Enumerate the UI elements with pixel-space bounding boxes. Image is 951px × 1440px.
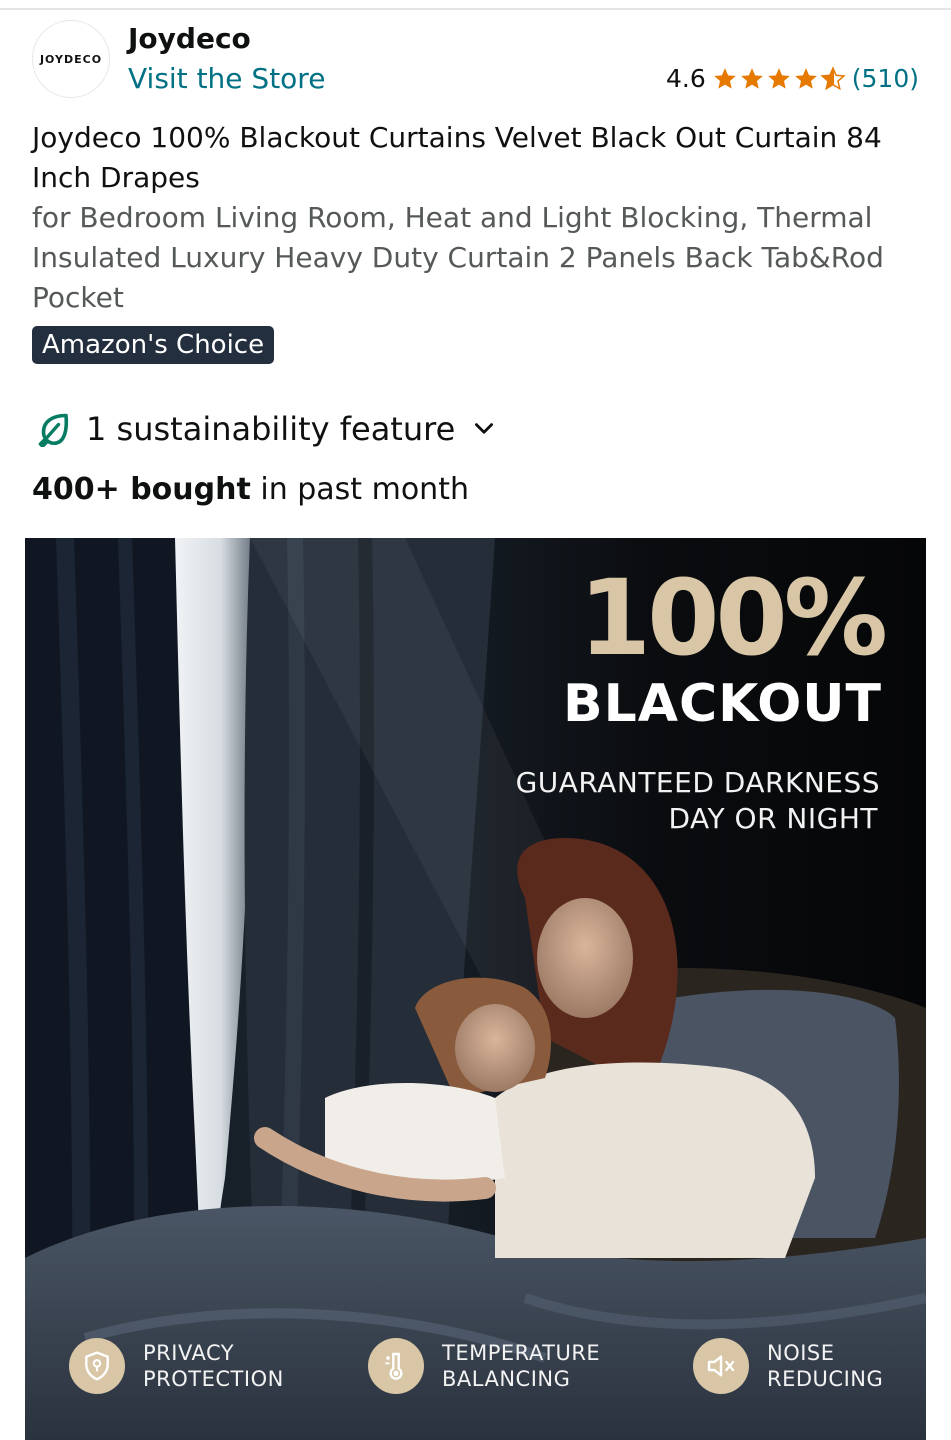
- top-divider: [0, 0, 951, 10]
- star-half-icon: [820, 65, 846, 90]
- feature-noise: NOISE REDUCING: [693, 1338, 883, 1394]
- feature-privacy-text: PRIVACY PROTECTION: [143, 1340, 284, 1392]
- bought-rest: in past month: [250, 472, 469, 507]
- shield-lock-icon: [69, 1338, 125, 1394]
- feature-privacy: PRIVACY PROTECTION: [69, 1338, 284, 1394]
- bought-count: 400+ bought in past month: [32, 472, 469, 507]
- star-full-icon: [713, 67, 736, 89]
- feature-temperature-text: TEMPERATURE BALANCING: [442, 1340, 600, 1392]
- store-header: JOYDECO Joydeco Visit the Store 4.6 (510…: [0, 12, 951, 112]
- product-title-main: Joydeco 100% Blackout Curtains Velvet Bl…: [32, 121, 882, 194]
- star-full-icon: [740, 67, 763, 89]
- rating-count[interactable]: (510): [852, 64, 919, 93]
- chevron-down-icon: [475, 423, 494, 434]
- brand-logo-text: JOYDECO: [39, 52, 103, 66]
- feature-temperature: TEMPERATURE BALANCING: [368, 1338, 600, 1394]
- rating-summary[interactable]: 4.6 (510): [666, 64, 919, 93]
- brand-name: Joydeco: [128, 22, 251, 55]
- star-full-icon: [794, 67, 817, 89]
- rating-value: 4.6: [666, 64, 706, 93]
- tagline-line-1: GUARANTEED DARKNESS: [515, 766, 880, 799]
- product-title: Joydeco 100% Blackout Curtains Velvet Bl…: [32, 118, 912, 318]
- feature-noise-line1: NOISE: [767, 1341, 835, 1365]
- amazons-choice-badge[interactable]: Amazon's Choice: [32, 326, 275, 364]
- star-rating: [712, 65, 846, 92]
- feature-temperature-line2: BALANCING: [442, 1367, 571, 1391]
- feature-noise-text: NOISE REDUCING: [767, 1340, 883, 1392]
- headline-blackout: BLACKOUT: [562, 674, 882, 734]
- sustainability-label: 1 sustainability feature: [86, 410, 456, 448]
- visit-store-link[interactable]: Visit the Store: [128, 62, 325, 95]
- star-full-icon: [767, 67, 790, 89]
- feature-privacy-line2: PROTECTION: [143, 1367, 284, 1391]
- headline-percent: 100%: [578, 557, 888, 679]
- feature-noise-line2: REDUCING: [767, 1367, 884, 1391]
- leaf-icon: [38, 413, 69, 447]
- sustainability-toggle[interactable]: 1 sustainability feature: [36, 406, 497, 452]
- thermometer-icon: [368, 1338, 424, 1394]
- product-title-sub: for Bedroom Living Room, Heat and Light …: [32, 201, 884, 314]
- speaker-mute-icon: [693, 1338, 749, 1394]
- product-image[interactable]: 100% BLACKOUT GUARANTEED DARKNESS DAY OR…: [25, 538, 926, 1440]
- feature-temperature-line1: TEMPERATURE: [442, 1341, 601, 1365]
- bought-bold: 400+ bought: [32, 472, 251, 507]
- brand-logo[interactable]: JOYDECO: [32, 20, 110, 98]
- feature-privacy-line1: PRIVACY: [143, 1341, 235, 1365]
- tagline-line-2: DAY OR NIGHT: [668, 802, 878, 835]
